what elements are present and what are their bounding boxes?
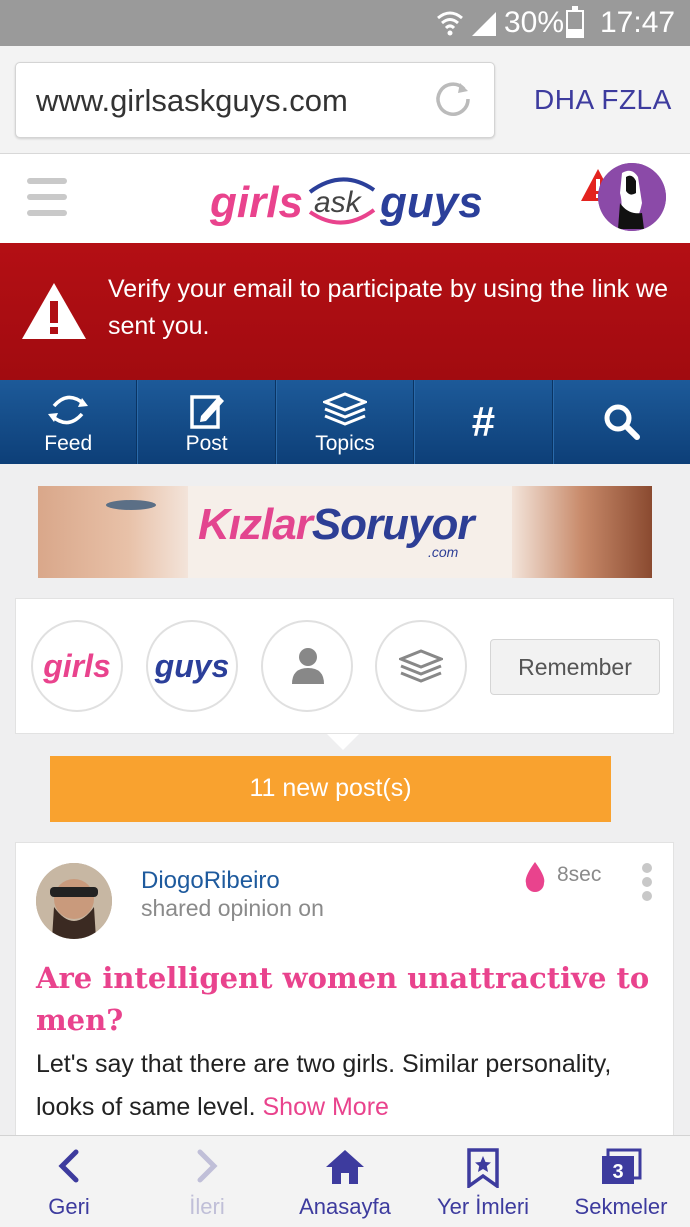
site-logo[interactable]: girls ask guys <box>210 166 483 234</box>
bookmark-icon <box>467 1148 499 1188</box>
person-icon <box>292 648 324 684</box>
search-icon <box>604 404 640 440</box>
verify-message: Verify your email to participate by usin… <box>108 275 668 340</box>
ad-image-right <box>512 486 652 578</box>
hashtag-icon: # <box>471 398 496 445</box>
more-button[interactable]: DHA FZLA <box>534 84 672 116</box>
feed-post-card: DiogoRibeiro shared opinion on 8sec Are … <box>15 842 674 1142</box>
status-bar: 30% 17:47 <box>0 0 690 46</box>
browser-bottom-toolbar: Geri İleri Anasayfa Yer İmleri 3 Sekmele… <box>0 1135 690 1227</box>
topics-icon <box>323 392 368 426</box>
home-icon <box>326 1150 364 1184</box>
post-action-text: shared opinion on <box>141 895 324 921</box>
filter-topics-button[interactable] <box>375 620 467 712</box>
ad-brand-suffix: .com <box>428 544 459 560</box>
post-title[interactable]: Are intelligent women unattractive to me… <box>36 957 656 1041</box>
url-text[interactable]: www.girlsaskguys.com <box>36 83 348 119</box>
ad-brand: KızlarSoruyor <box>198 500 475 549</box>
ad-banner[interactable]: KızlarSoruyor .com <box>38 486 652 578</box>
site-header: girls ask guys <box>0 154 690 243</box>
drop-icon <box>525 862 545 892</box>
bookmarks-button[interactable]: Yer İmleri <box>414 1136 552 1227</box>
browser-url-bar: www.girlsaskguys.com DHA FZLA <box>0 46 690 154</box>
tabs-icon: 3 <box>602 1148 642 1184</box>
show-more-link[interactable]: Show More <box>263 1093 389 1121</box>
feed-icon <box>48 395 89 425</box>
post-icon <box>189 395 224 429</box>
clock: 17:47 <box>600 6 676 39</box>
user-avatar[interactable] <box>598 163 666 231</box>
remember-button[interactable]: Remember <box>490 639 660 695</box>
filter-pointer <box>327 734 359 750</box>
post-body: Let's say that there are two girls. Simi… <box>36 1050 612 1121</box>
ad-image-left <box>38 486 188 578</box>
post-time: 8sec <box>557 863 602 886</box>
forward-button[interactable]: İleri <box>138 1136 276 1227</box>
tabs-button[interactable]: 3 Sekmeler <box>552 1136 690 1227</box>
wifi-icon <box>437 11 463 36</box>
signal-icon <box>472 12 496 36</box>
filter-guys-button[interactable]: guys <box>146 620 238 712</box>
back-icon <box>58 1149 79 1183</box>
topics-icon <box>399 649 443 683</box>
main-nav: Feed Post Topics # <box>0 380 690 464</box>
tabs-count-badge: 3 <box>612 1161 623 1183</box>
verify-email-banner: Verify your email to participate by usin… <box>0 243 690 380</box>
more-options-icon[interactable] <box>642 863 652 901</box>
filter-people-button[interactable] <box>261 620 353 712</box>
address-field[interactable]: www.girlsaskguys.com <box>15 62 495 138</box>
post-author-name[interactable]: DiogoRibeiro <box>141 867 280 895</box>
new-posts-button[interactable]: 11 new post(s) <box>50 756 611 822</box>
nav-search[interactable] <box>552 380 690 464</box>
home-button[interactable]: Anasayfa <box>276 1136 414 1227</box>
warning-icon <box>22 283 86 339</box>
feed-filters: girls guys Remember <box>15 598 674 734</box>
hamburger-menu-icon[interactable] <box>27 178 67 216</box>
filter-girls-button[interactable]: girls <box>31 620 123 712</box>
back-button[interactable]: Geri <box>0 1136 138 1227</box>
forward-icon <box>197 1149 218 1183</box>
nav-post[interactable]: Post <box>137 380 276 464</box>
nav-feed[interactable]: Feed <box>0 380 138 464</box>
nav-topics[interactable]: Topics <box>275 380 415 464</box>
battery-icon <box>566 6 584 38</box>
reload-icon[interactable] <box>434 81 474 121</box>
nav-hashtag[interactable]: # <box>414 380 553 464</box>
post-author-avatar[interactable] <box>36 863 112 939</box>
battery-percent: 30% <box>504 6 565 39</box>
